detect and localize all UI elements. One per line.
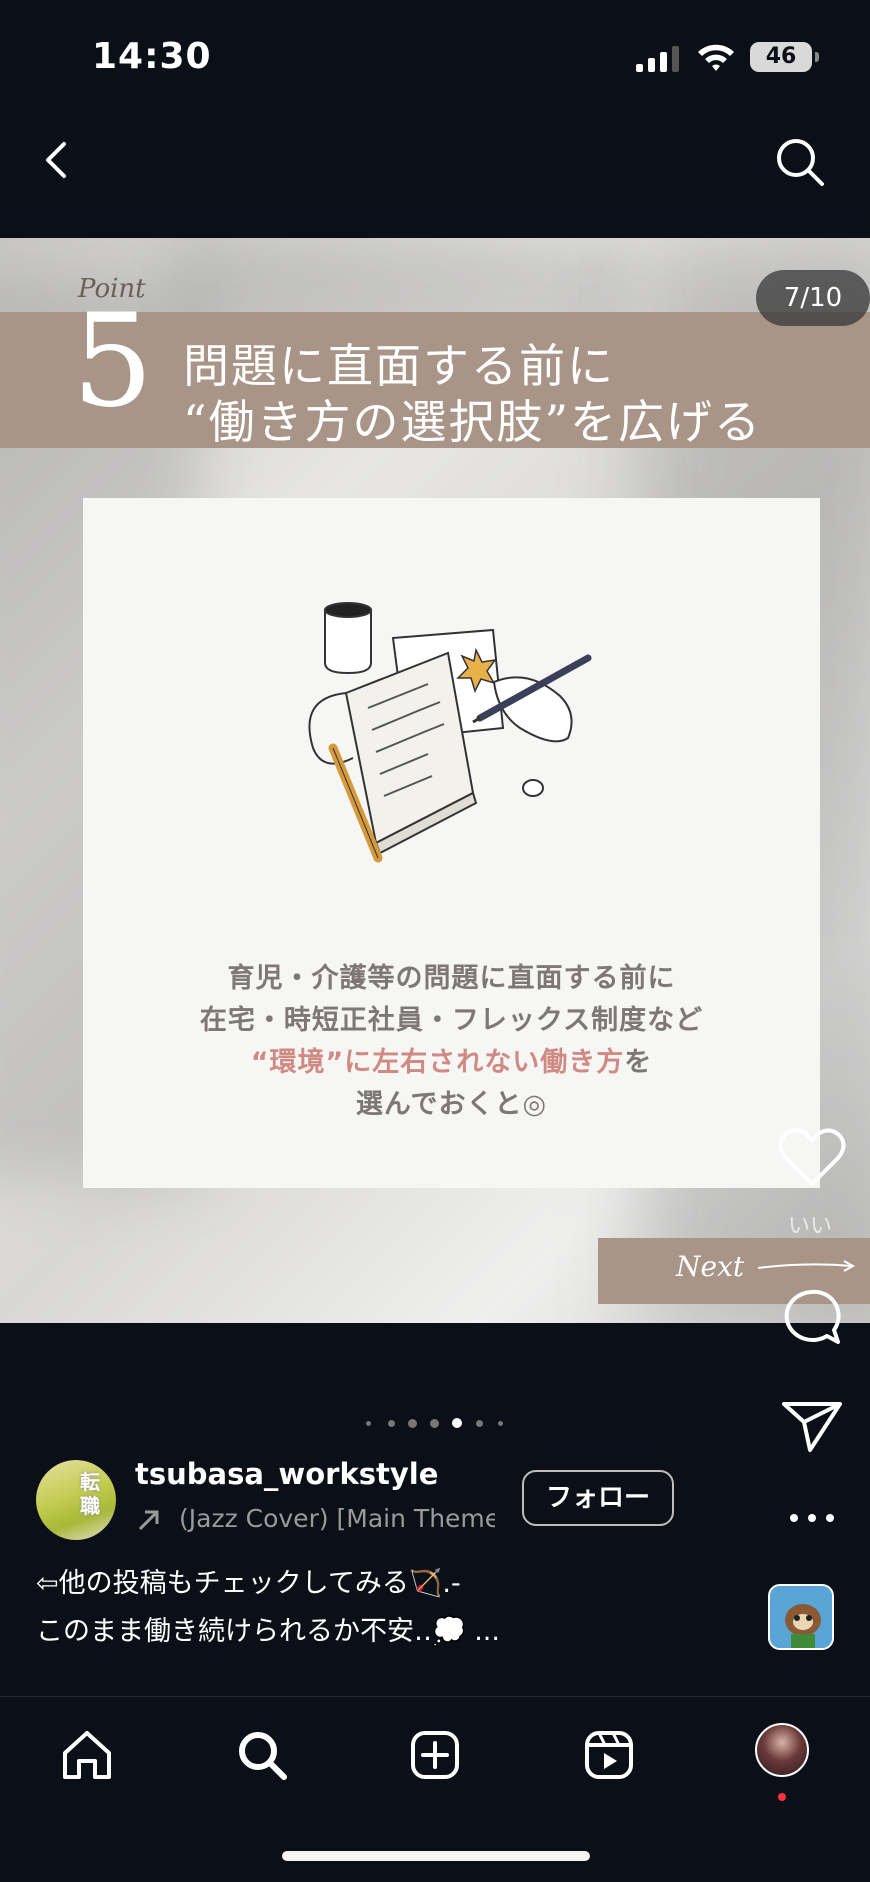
caption-line-1: ⇦他の投稿もチェックしてみる🏹.- <box>36 1568 461 1599</box>
avatar-text: 転 職 <box>80 1470 100 1518</box>
music-row[interactable]: (Jazz Cover) [Main Theme] <box>135 1502 495 1538</box>
carousel-dots <box>360 1415 520 1435</box>
card-text-line-3: “環境”に左右されない働き方を <box>83 1042 820 1084</box>
home-indicator <box>282 1851 590 1861</box>
card-text-line-1: 育児・介護等の問題に直面する前に <box>227 963 676 994</box>
heart-icon[interactable] <box>772 1118 852 1198</box>
create-post-icon[interactable] <box>405 1725 465 1785</box>
bottom-tab-bar <box>0 1696 870 1882</box>
arrow-up-right-icon <box>138 1510 159 1531</box>
top-nav <box>0 120 870 200</box>
next-label: Next <box>676 1250 745 1283</box>
carousel-dot <box>366 1421 371 1426</box>
card-body-text: 育児・介護等の問題に直面する前に 在宅・時短正社員・フレックス制度など “環境”… <box>83 958 820 1126</box>
post-image[interactable]: Point 5 問題に直面する前に “働き方の選択肢”を広げる 7/10 育児・… <box>0 238 870 1323</box>
writing-illustration <box>308 602 592 863</box>
like-caption: いい <box>787 1214 832 1239</box>
card-text-line-3-rest: を <box>624 1047 653 1078</box>
send-icon[interactable] <box>772 1384 852 1464</box>
home-icon[interactable] <box>57 1725 117 1785</box>
post-title-line-2: “働き方の選択肢”を広げる <box>183 395 763 449</box>
more-icon[interactable] <box>772 1478 852 1558</box>
carousel-dot <box>408 1419 417 1428</box>
audio-thumbnail[interactable] <box>768 1584 834 1650</box>
caption-line-2: このまま働き続けられるか不安‥💭 ... <box>36 1616 500 1647</box>
back-button[interactable] <box>30 132 86 188</box>
follow-button[interactable]: フォロー <box>522 1470 674 1526</box>
author-avatar[interactable]: 転 職 <box>36 1460 116 1540</box>
carousel-dot <box>476 1420 483 1427</box>
reels-icon[interactable] <box>579 1725 639 1785</box>
comment-icon[interactable] <box>772 1278 852 1358</box>
carousel-dot <box>430 1419 439 1428</box>
raccoon-character-icon <box>770 1586 832 1648</box>
cellular-signal-icon <box>636 46 679 72</box>
status-bar: 14:30 46 <box>0 0 870 115</box>
status-time: 14:30 <box>92 36 212 77</box>
post-caption[interactable]: ⇦他の投稿もチェックしてみる🏹.- このまま働き続けられるか不安‥💭 ... <box>36 1560 726 1656</box>
card-text-line-4: 選んでおくと◎ <box>355 1089 548 1120</box>
point-number: 5 <box>72 287 154 436</box>
carousel-dot-active <box>452 1418 462 1428</box>
carousel-dot <box>388 1420 395 1427</box>
carousel-dot <box>498 1421 503 1426</box>
author-username[interactable]: tsubasa_workstyle <box>135 1457 438 1491</box>
explore-search-icon[interactable] <box>232 1725 292 1785</box>
wifi-icon <box>698 44 734 71</box>
music-title: (Jazz Cover) [Main Theme] <box>179 1504 495 1533</box>
notification-dot <box>778 1793 786 1801</box>
card-text-accent: “環境”に左右されない働き方 <box>250 1047 625 1078</box>
author-row: 転 職 tsubasa_workstyle (Jazz Cover) [Main… <box>0 1452 760 1552</box>
card-text-line-2: 在宅・時短正社員・フレックス制度など <box>199 1005 704 1036</box>
profile-avatar[interactable] <box>755 1723 809 1777</box>
content-card: 育児・介護等の問題に直面する前に 在宅・時短正社員・フレックス制度など “環境”… <box>83 498 820 1188</box>
